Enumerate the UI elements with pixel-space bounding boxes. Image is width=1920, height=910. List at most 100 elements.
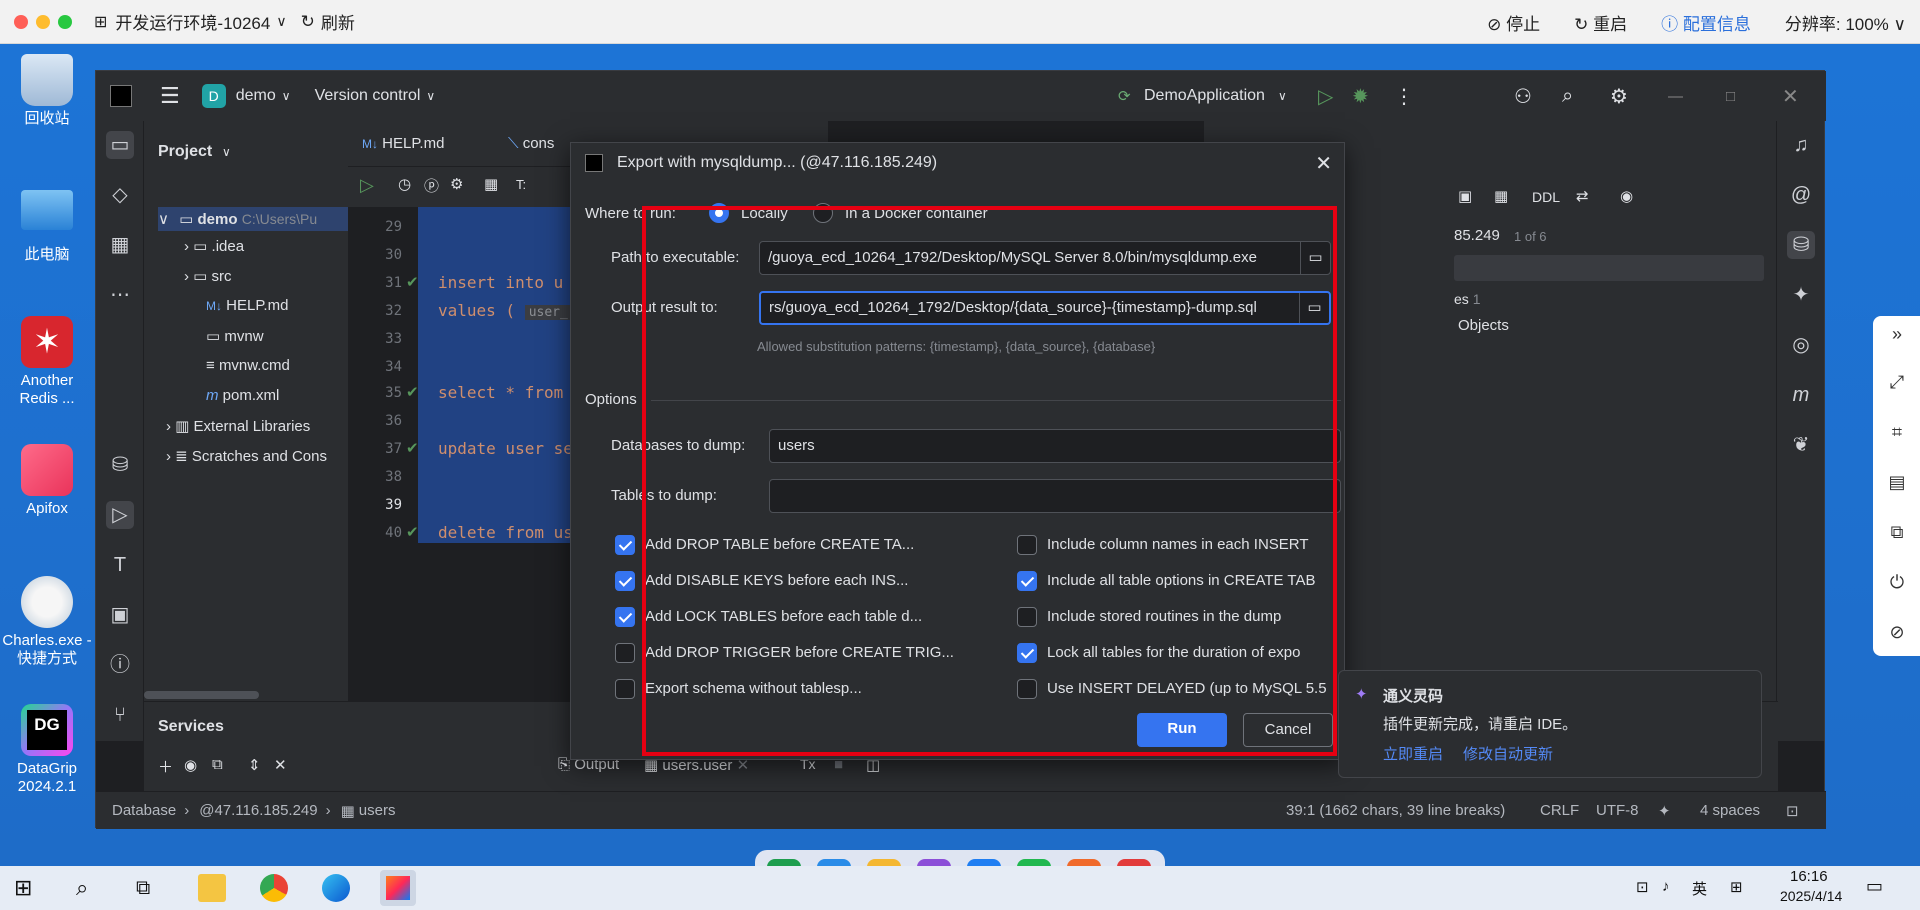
- collapse-icon[interactable]: ✕: [274, 756, 287, 774]
- layout-icon[interactable]: ▤: [1885, 472, 1909, 496]
- desktop-icon-datagrip[interactable]: DG DataGrip 2024.2.1: [2, 704, 92, 796]
- run-icon[interactable]: ▷: [1318, 84, 1333, 109]
- lock-icon[interactable]: ⊡: [1786, 802, 1799, 820]
- services-title[interactable]: Services: [158, 718, 224, 736]
- notification-center-icon[interactable]: ▭: [1866, 876, 1883, 897]
- config-info-button[interactable]: ⓘ 配置信息: [1661, 10, 1751, 35]
- services-icon[interactable]: ▷: [106, 501, 134, 529]
- chevron-down-icon[interactable]: ∨: [222, 145, 231, 159]
- checkbox-add-disable-keys[interactable]: [615, 571, 635, 591]
- tx-icon[interactable]: T:: [516, 177, 526, 192]
- desktop-icon-this-pc[interactable]: 此电脑: [2, 190, 92, 264]
- fullscreen-icon[interactable]: ⤢: [1885, 372, 1909, 396]
- file-explorer-icon[interactable]: [198, 874, 226, 902]
- modify-auto-update-link[interactable]: 修改自动更新: [1463, 743, 1553, 764]
- stop-button[interactable]: ⊘ 停止: [1487, 10, 1540, 35]
- clock-time[interactable]: 16:16: [1790, 868, 1828, 885]
- project-panel-title[interactable]: Project: [158, 143, 212, 161]
- ai-status-icon[interactable]: ✦: [1658, 802, 1671, 820]
- tree-item-pom[interactable]: m pom.xml: [206, 387, 279, 404]
- caret-position[interactable]: 39:1 (1662 chars, 39 line breaks): [1286, 802, 1505, 819]
- close-icon[interactable]: ✕: [1315, 151, 1332, 176]
- search-icon[interactable]: ⌕: [76, 874, 104, 902]
- tree-item-external-libraries[interactable]: › ▥ External Libraries: [166, 417, 310, 435]
- git-icon[interactable]: ⑂: [106, 701, 134, 729]
- copy-icon[interactable]: ⧉: [1885, 522, 1909, 546]
- tree-item-src[interactable]: › ▭ src: [184, 267, 232, 285]
- minimize-icon[interactable]: —: [1668, 88, 1683, 105]
- database-icon[interactable]: ⛁: [1787, 231, 1815, 259]
- checkbox-add-drop-table[interactable]: [615, 535, 635, 555]
- chevron-down-icon[interactable]: ∨: [282, 89, 291, 103]
- new-window-icon[interactable]: ⧉: [212, 756, 223, 773]
- tree-item-mvnw[interactable]: ▭ mvnw: [206, 327, 264, 345]
- network-icon[interactable]: ⊡: [1636, 878, 1649, 896]
- version-control-menu[interactable]: Version control: [315, 87, 421, 105]
- chevron-down-icon[interactable]: ∨: [426, 89, 435, 103]
- scan-icon[interactable]: ⌗: [1885, 422, 1909, 446]
- tab-console[interactable]: ⟍ cons: [508, 135, 554, 152]
- problems-icon[interactable]: ⓘ: [106, 651, 134, 679]
- profile-icon[interactable]: ⓟ: [424, 175, 439, 196]
- code-line-32[interactable]: values ( user_: [438, 301, 572, 320]
- chevron-down-icon[interactable]: ∨: [276, 13, 286, 30]
- terminal-icon[interactable]: ▣: [106, 601, 134, 629]
- code-line-37[interactable]: update user se: [438, 439, 573, 458]
- ime-icon[interactable]: ⊞: [1730, 878, 1743, 896]
- toolbar-icon[interactable]: ▣: [1458, 187, 1472, 205]
- hide-icon[interactable]: ⊘: [1885, 622, 1909, 646]
- resolution-dropdown[interactable]: 分辨率: 100% ∨: [1785, 10, 1906, 35]
- task-view-icon[interactable]: ⧉: [136, 874, 164, 902]
- chrome-icon[interactable]: [260, 874, 288, 902]
- close-icon[interactable]: ✕: [1782, 84, 1799, 109]
- windows-start-icon[interactable]: ⊞: [14, 874, 42, 902]
- edge-icon[interactable]: [322, 874, 350, 902]
- tongyi-icon[interactable]: ✦: [1787, 281, 1815, 309]
- main-menu-icon[interactable]: ☰: [160, 83, 180, 109]
- desktop-icon-another-redis[interactable]: ✶ Another Redis ...: [2, 316, 92, 408]
- debug-icon[interactable]: ✹: [1352, 84, 1369, 109]
- env-title[interactable]: 开发运行环境-10264: [115, 9, 270, 34]
- desktop-icon-recycle-bin[interactable]: 回收站: [2, 54, 92, 128]
- ai-assistant-icon[interactable]: @: [1787, 181, 1815, 209]
- build-icon[interactable]: T: [106, 551, 134, 579]
- maximize-icon[interactable]: □: [1726, 88, 1735, 105]
- more-actions-icon[interactable]: ⋮: [1394, 84, 1414, 109]
- add-user-icon[interactable]: ⚇: [1514, 84, 1532, 109]
- expand-icon[interactable]: ⇕: [248, 756, 261, 774]
- restart-button[interactable]: ↻ 重启: [1574, 10, 1627, 35]
- tree-item-mvnw-cmd[interactable]: ≡ mvnw.cmd: [206, 357, 290, 374]
- more-tools-icon[interactable]: ⋯: [106, 281, 134, 309]
- checkbox-export-schema-without-tablespaces[interactable]: [615, 679, 635, 699]
- database-icon[interactable]: ⛁: [106, 451, 134, 479]
- leaf-icon[interactable]: ❦: [1787, 431, 1815, 459]
- zoom-window-dot[interactable]: [58, 14, 72, 29]
- ddl-button[interactable]: DDL: [1532, 189, 1560, 205]
- refresh-button[interactable]: 刷新: [321, 9, 355, 34]
- learn-icon[interactable]: ◇: [106, 181, 134, 209]
- structure-icon[interactable]: ▦: [106, 231, 134, 259]
- selected-row[interactable]: [1454, 255, 1764, 281]
- horizontal-scrollbar[interactable]: [144, 691, 259, 699]
- desktop-icon-apifox[interactable]: Apifox: [2, 444, 92, 518]
- desktop-icon-charles[interactable]: Charles.exe - 快捷方式: [2, 576, 92, 668]
- code-line-31[interactable]: insert into u: [438, 273, 563, 292]
- project-folder-icon[interactable]: ▭: [106, 131, 134, 159]
- breadcrumb-schema[interactable]: users: [359, 802, 396, 819]
- intellij-taskbar-button[interactable]: [380, 870, 416, 906]
- tree-item-help[interactable]: M↓ HELP.md: [206, 297, 288, 314]
- objects-label[interactable]: Objects: [1458, 317, 1509, 334]
- add-icon[interactable]: ＋: [158, 756, 173, 777]
- chevron-down-icon[interactable]: ∨: [1278, 89, 1287, 103]
- endpoints-icon[interactable]: ◎: [1787, 331, 1815, 359]
- tab-help[interactable]: M↓ HELP.md: [362, 135, 444, 152]
- execute-icon[interactable]: ▷: [360, 175, 374, 196]
- indent-setting[interactable]: 4 spaces: [1700, 802, 1760, 819]
- refresh-icon[interactable]: ↻: [301, 12, 315, 32]
- maven-icon[interactable]: m: [1787, 381, 1815, 409]
- volume-icon[interactable]: ♪: [1662, 878, 1670, 895]
- tree-item-idea[interactable]: › ▭ .idea: [184, 237, 244, 255]
- close-window-dot[interactable]: [14, 14, 28, 29]
- checkbox-add-lock-tables[interactable]: [615, 607, 635, 627]
- line-separator[interactable]: CRLF: [1540, 802, 1579, 819]
